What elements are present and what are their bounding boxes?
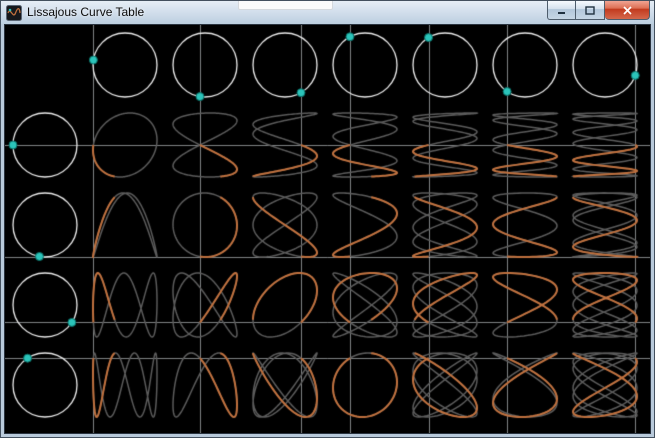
app-window: Lissajous Curve Table bbox=[0, 0, 655, 438]
minimize-icon bbox=[557, 6, 567, 15]
minimize-button[interactable] bbox=[547, 1, 576, 20]
close-icon bbox=[622, 6, 633, 15]
background-window-sliver bbox=[238, 1, 333, 10]
window-controls bbox=[547, 1, 650, 20]
maximize-button[interactable] bbox=[576, 1, 605, 20]
lissajous-canvas bbox=[5, 25, 650, 433]
sketch-area bbox=[4, 24, 651, 434]
window-title: Lissajous Curve Table bbox=[27, 1, 144, 24]
window-titlebar[interactable]: Lissajous Curve Table bbox=[1, 1, 654, 24]
app-icon bbox=[6, 5, 22, 21]
maximize-icon bbox=[585, 6, 595, 15]
close-button[interactable] bbox=[605, 1, 650, 20]
